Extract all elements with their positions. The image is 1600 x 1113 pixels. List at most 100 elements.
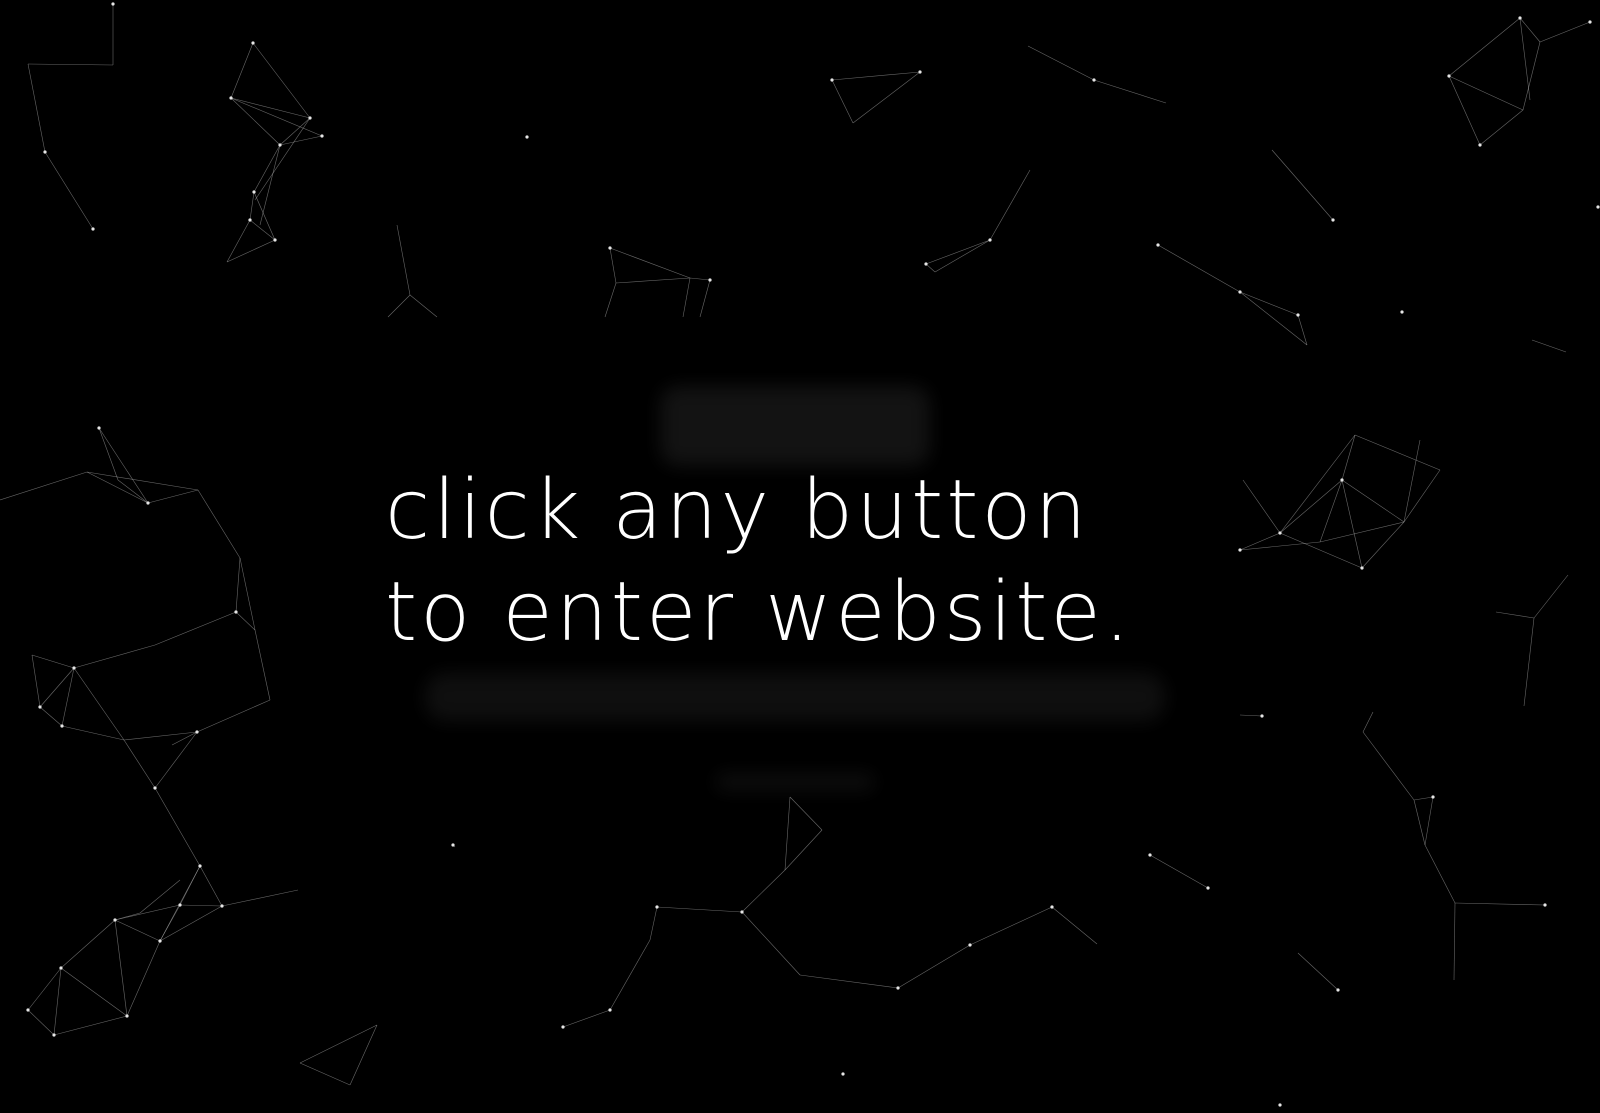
network-line bbox=[249, 191, 255, 221]
network-line bbox=[199, 865, 223, 907]
network-line bbox=[1413, 799, 1426, 846]
network-node bbox=[1148, 853, 1152, 857]
network-node bbox=[38, 705, 42, 709]
network-node bbox=[1092, 78, 1096, 82]
network-node bbox=[1296, 313, 1300, 317]
network-line bbox=[114, 912, 141, 921]
network-line bbox=[784, 829, 823, 871]
network-node bbox=[451, 843, 455, 847]
network-line bbox=[604, 282, 617, 318]
network-line bbox=[61, 725, 125, 741]
network-line bbox=[53, 1015, 128, 1036]
network-line bbox=[1242, 479, 1281, 534]
network-line bbox=[1157, 244, 1241, 293]
network-line bbox=[39, 667, 75, 708]
network-line bbox=[27, 63, 46, 153]
network-line bbox=[1239, 291, 1308, 346]
network-line bbox=[299, 1024, 378, 1064]
network-node bbox=[91, 227, 95, 231]
network-node bbox=[896, 986, 900, 990]
network-node bbox=[252, 190, 256, 194]
network-line bbox=[1319, 521, 1405, 543]
network-line bbox=[1361, 521, 1405, 569]
network-node bbox=[1447, 74, 1451, 78]
network-line bbox=[1454, 902, 1546, 906]
network-line bbox=[39, 706, 63, 727]
network-line bbox=[1453, 902, 1456, 981]
network-node bbox=[97, 426, 101, 430]
network-node bbox=[1260, 714, 1264, 718]
network-line bbox=[1297, 314, 1308, 346]
network-line bbox=[925, 239, 991, 265]
network-node bbox=[113, 918, 117, 922]
network-line bbox=[1403, 469, 1441, 523]
network-line bbox=[196, 699, 271, 733]
network-node bbox=[1431, 795, 1435, 799]
network-line bbox=[230, 97, 281, 146]
network-line bbox=[230, 97, 323, 137]
intro-screen[interactable]: click any button to enter website. bbox=[0, 0, 1600, 1113]
network-line bbox=[562, 1009, 611, 1028]
network-line bbox=[1519, 17, 1541, 43]
network-node bbox=[308, 116, 312, 120]
network-node bbox=[43, 150, 47, 154]
network-line bbox=[1341, 479, 1363, 569]
network-line bbox=[299, 1062, 351, 1086]
network-node bbox=[251, 41, 255, 45]
network-line bbox=[254, 629, 271, 701]
network-line bbox=[230, 97, 311, 119]
network-line bbox=[1239, 541, 1321, 551]
network-line bbox=[139, 879, 181, 914]
network-node bbox=[220, 904, 224, 908]
network-line bbox=[784, 796, 791, 871]
network-node bbox=[968, 943, 972, 947]
network-line bbox=[259, 144, 281, 226]
network-line bbox=[1448, 75, 1481, 146]
network-node bbox=[924, 262, 928, 266]
network-node bbox=[59, 966, 63, 970]
network-line bbox=[27, 967, 62, 1011]
network-node bbox=[1543, 903, 1547, 907]
network-node bbox=[125, 1014, 129, 1018]
network-node bbox=[608, 246, 612, 250]
network-node bbox=[1588, 20, 1592, 24]
network-node bbox=[918, 70, 922, 74]
network-line bbox=[147, 489, 199, 504]
network-node bbox=[52, 1033, 56, 1037]
network-node bbox=[1278, 531, 1282, 535]
network-node bbox=[234, 610, 238, 614]
network-node bbox=[1478, 143, 1482, 147]
network-line bbox=[114, 919, 161, 942]
network-line bbox=[44, 151, 94, 230]
network-node bbox=[320, 134, 324, 138]
network-line bbox=[689, 277, 711, 281]
network-line bbox=[1424, 844, 1456, 904]
network-node bbox=[561, 1025, 565, 1029]
network-line bbox=[852, 71, 921, 124]
network-line bbox=[1051, 906, 1098, 945]
network-node bbox=[988, 238, 992, 242]
network-node bbox=[1596, 205, 1600, 209]
network-node bbox=[1336, 988, 1340, 992]
network-line bbox=[197, 489, 241, 559]
network-node bbox=[72, 666, 76, 670]
network-node bbox=[146, 501, 150, 505]
network-line bbox=[387, 294, 411, 318]
network-node bbox=[830, 78, 834, 82]
network-line bbox=[279, 135, 323, 146]
network-line bbox=[1354, 434, 1441, 471]
network-line bbox=[1297, 952, 1339, 991]
network-node bbox=[153, 786, 157, 790]
network-line bbox=[226, 239, 276, 263]
network-line bbox=[179, 904, 223, 907]
network-line bbox=[897, 944, 971, 989]
network-line bbox=[221, 889, 299, 907]
network-line bbox=[409, 294, 438, 318]
network-line bbox=[53, 967, 62, 1036]
network-line bbox=[98, 427, 119, 481]
network-line bbox=[235, 611, 256, 631]
network-node bbox=[525, 135, 529, 139]
network-line bbox=[609, 939, 651, 1011]
network-line bbox=[1531, 339, 1567, 353]
network-line bbox=[1403, 439, 1421, 523]
